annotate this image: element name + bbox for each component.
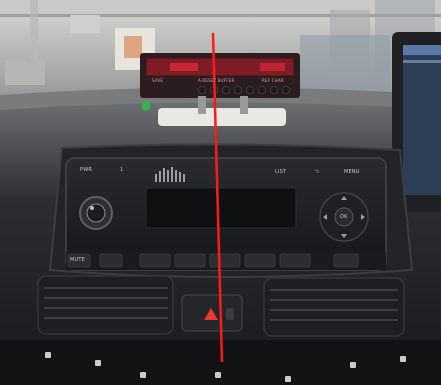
green-indicator-light	[141, 101, 151, 111]
car-dashboard-photo: PWR 1 LIST ⮌ MENU OK MUTE SAVE A·RESET B…	[0, 0, 441, 385]
meter-label-save: SAVE	[152, 78, 164, 83]
meter-label-reset: A·RESET BUFFER	[198, 78, 235, 83]
right-air-vent[interactable]	[263, 277, 405, 337]
radio-label-back: ⮌	[315, 169, 320, 175]
radio-label-mute: MUTE	[70, 257, 85, 263]
left-air-vent[interactable]	[37, 275, 174, 335]
meter-led-display	[170, 63, 198, 71]
radio-label-1: 1	[120, 167, 124, 173]
scene-graphic	[0, 0, 441, 385]
meter-mount	[158, 108, 286, 126]
radio-label-menu: MENU	[344, 169, 360, 175]
radio-label-pwr: PWR	[80, 167, 93, 173]
meter-label-ref: REF CHAR	[262, 78, 284, 83]
radio-label-list: LIST	[275, 169, 287, 175]
radio-display	[145, 187, 297, 229]
lock-switch[interactable]	[226, 308, 234, 320]
radio-label-ok: OK	[340, 214, 348, 220]
